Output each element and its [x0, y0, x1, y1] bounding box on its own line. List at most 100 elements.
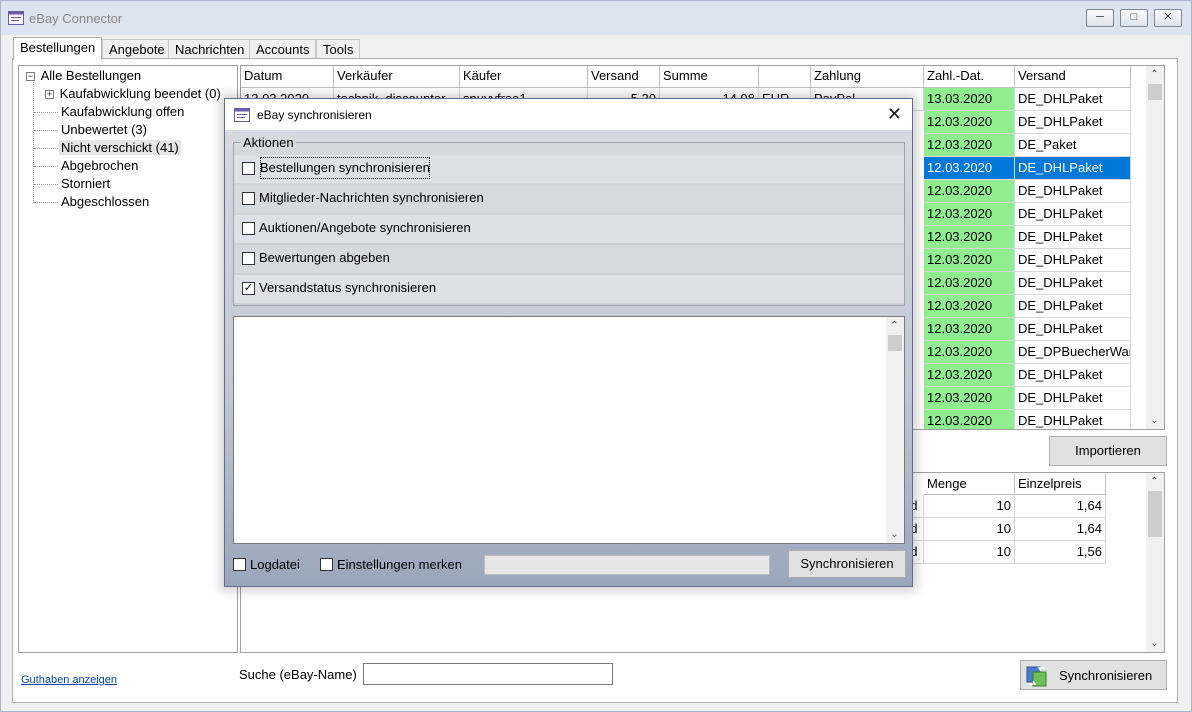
order-tree[interactable]: − Alle Bestellungen + Kaufabwicklung bee…: [18, 65, 238, 653]
main-sync-button[interactable]: Synchronisieren: [1020, 660, 1167, 690]
tree-item-label: Abgeschlossen: [61, 194, 150, 209]
cell-versand-art[interactable]: DE_DHLPaket: [1015, 272, 1131, 295]
tree-item-storniert[interactable]: Storniert: [59, 175, 112, 193]
import-button[interactable]: Importieren: [1049, 436, 1167, 466]
scroll-down-icon[interactable]: ⌄: [886, 526, 903, 543]
action-bewertungen[interactable]: Bewertungen abgeben: [234, 245, 904, 273]
col-header-versand[interactable]: Versand: [588, 66, 660, 88]
tab-nachrichten[interactable]: Nachrichten: [168, 39, 252, 60]
cell-versand-art[interactable]: DE_DHLPaket: [1015, 203, 1131, 226]
sync-dialog: eBay synchronisieren ✕ Aktionen Bestellu…: [224, 98, 913, 587]
tree-line: [34, 112, 58, 113]
checkbox-nachrichten[interactable]: [242, 192, 255, 205]
cell-versand-art[interactable]: DE_DHLPaket: [1015, 180, 1131, 203]
logdatei-checkbox[interactable]: [233, 558, 246, 571]
cell-zahl-dat[interactable]: 12.03.2020: [924, 295, 1015, 318]
search-input[interactable]: [363, 663, 613, 685]
log-scrollbar[interactable]: ⌃ ⌄: [886, 317, 904, 543]
tree-item-unbewertet[interactable]: Unbewertet (3): [59, 121, 149, 139]
maximize-button[interactable]: □: [1120, 9, 1148, 27]
scroll-thumb[interactable]: [888, 335, 902, 351]
cell-zahl-dat[interactable]: 12.03.2020: [924, 272, 1015, 295]
cell-zahl-dat[interactable]: 12.03.2020: [924, 318, 1015, 341]
col-header-versand-art[interactable]: Versand: [1015, 66, 1131, 88]
cell-zahl-dat[interactable]: 12.03.2020: [924, 387, 1015, 410]
remember-checkbox[interactable]: [320, 558, 333, 571]
cell-versand-art[interactable]: DE_DPBuecherWar: [1015, 341, 1131, 364]
cell-versand-art[interactable]: DE_DHLPaket: [1015, 318, 1131, 341]
orders-scrollbar[interactable]: ⌃ ⌄: [1146, 66, 1164, 429]
col-header-zahl-dat[interactable]: Zahl.-Dat.: [924, 66, 1015, 88]
scroll-thumb[interactable]: [1148, 491, 1162, 537]
col-header-zahlung[interactable]: Zahlung: [811, 66, 924, 88]
scroll-thumb[interactable]: [1148, 84, 1162, 100]
app-icon: [8, 11, 24, 25]
col-header-kaeufer[interactable]: Käufer: [460, 66, 588, 88]
log-output[interactable]: ⌃ ⌄: [233, 316, 905, 544]
cell-zahl-dat[interactable]: 12.03.2020: [924, 249, 1015, 272]
cell-einzelpreis[interactable]: 1,64: [1015, 518, 1106, 541]
tree-item-root[interactable]: − Alle Bestellungen: [26, 67, 143, 85]
close-button[interactable]: ✕: [1154, 9, 1182, 27]
cell-einzelpreis[interactable]: 1,56: [1015, 541, 1106, 564]
tree-item-kaufabwicklung-offen[interactable]: Kaufabwicklung offen: [59, 103, 186, 121]
checkbox-bewertungen[interactable]: [242, 252, 255, 265]
dialog-close-icon[interactable]: ✕: [887, 104, 902, 124]
cell-zahl-dat[interactable]: 12.03.2020: [924, 410, 1015, 429]
minimize-button[interactable]: ─: [1086, 9, 1114, 27]
tree-item-kaufabwicklung-beendet[interactable]: + Kaufabwicklung beendet (0): [45, 85, 223, 103]
cell-versand-art[interactable]: DE_DHLPaket: [1015, 157, 1131, 180]
action-bestellungen[interactable]: Bestellungen synchronisieren: [234, 155, 904, 183]
cell-zahl-dat[interactable]: 12.03.2020: [924, 180, 1015, 203]
cell-versand-art[interactable]: DE_DHLPaket: [1015, 226, 1131, 249]
tree-item-abgebrochen[interactable]: Abgebrochen: [59, 157, 140, 175]
tab-tools[interactable]: Tools: [316, 39, 361, 60]
tree-item-nicht-verschickt[interactable]: Nicht verschickt (41): [59, 139, 181, 157]
col-header-datum[interactable]: Datum: [241, 66, 334, 88]
cell-menge[interactable]: 10: [924, 495, 1015, 518]
tree-line: [34, 130, 58, 131]
scroll-up-icon[interactable]: ⌃: [886, 317, 903, 334]
cell-zahl-dat[interactable]: 12.03.2020: [924, 203, 1015, 226]
checkbox-bestellungen[interactable]: [242, 162, 255, 175]
col-header-verkaeufer[interactable]: Verkäufer: [334, 66, 460, 88]
cell-menge[interactable]: 10: [924, 541, 1015, 564]
col-header-einzelpreis[interactable]: Einzelpreis: [1015, 473, 1106, 495]
scroll-down-icon[interactable]: ⌄: [1146, 635, 1163, 652]
cell-zahl-dat[interactable]: 12.03.2020: [924, 226, 1015, 249]
cell-zahl-dat[interactable]: 12.03.2020: [924, 364, 1015, 387]
action-auktionen[interactable]: Auktionen/Angebote synchronisieren: [234, 215, 904, 243]
tree-item-abgeschlossen[interactable]: Abgeschlossen: [59, 193, 151, 211]
scroll-up-icon[interactable]: ⌃: [1146, 66, 1163, 83]
cell-versand-art[interactable]: DE_DHLPaket: [1015, 111, 1131, 134]
cell-versand-art[interactable]: DE_DHLPaket: [1015, 88, 1131, 111]
cell-menge[interactable]: 10: [924, 518, 1015, 541]
credit-link[interactable]: Guthaben anzeigen: [21, 674, 117, 686]
cell-zahl-dat[interactable]: 12.03.2020: [924, 157, 1015, 180]
dialog-sync-button[interactable]: Synchronisieren: [788, 550, 906, 578]
cell-zahl-dat[interactable]: 12.03.2020: [924, 341, 1015, 364]
scroll-down-icon[interactable]: ⌄: [1146, 412, 1163, 429]
cell-versand-art[interactable]: DE_DHLPaket: [1015, 364, 1131, 387]
cell-zahl-dat[interactable]: 12.03.2020: [924, 134, 1015, 157]
tab-angebote[interactable]: Angebote: [102, 39, 172, 60]
checkbox-versandstatus[interactable]: ✓: [242, 282, 255, 295]
cell-zahl-dat[interactable]: 13.03.2020: [924, 88, 1015, 111]
scroll-up-icon[interactable]: ⌃: [1146, 473, 1163, 490]
cell-versand-art[interactable]: DE_DHLPaket: [1015, 410, 1131, 429]
cell-versand-art[interactable]: DE_DHLPaket: [1015, 249, 1131, 272]
action-versandstatus[interactable]: ✓ Versandstatus synchronisieren: [234, 275, 904, 303]
tab-accounts[interactable]: Accounts: [249, 39, 317, 60]
items-scrollbar[interactable]: ⌃ ⌄: [1146, 473, 1164, 652]
cell-versand-art[interactable]: DE_Paket: [1015, 134, 1131, 157]
cell-einzelpreis[interactable]: 1,64: [1015, 495, 1106, 518]
action-nachrichten[interactable]: Mitglieder-Nachrichten synchronisieren: [234, 185, 904, 213]
checkbox-auktionen[interactable]: [242, 222, 255, 235]
col-header-menge[interactable]: Menge: [924, 473, 1015, 495]
cell-versand-art[interactable]: DE_DHLPaket: [1015, 295, 1131, 318]
tab-bestellungen[interactable]: Bestellungen: [13, 37, 103, 60]
cell-versand-art[interactable]: DE_DHLPaket: [1015, 387, 1131, 410]
cell-zahl-dat[interactable]: 12.03.2020: [924, 111, 1015, 134]
col-header-currency[interactable]: [759, 66, 811, 88]
col-header-summe[interactable]: Summe: [660, 66, 759, 88]
